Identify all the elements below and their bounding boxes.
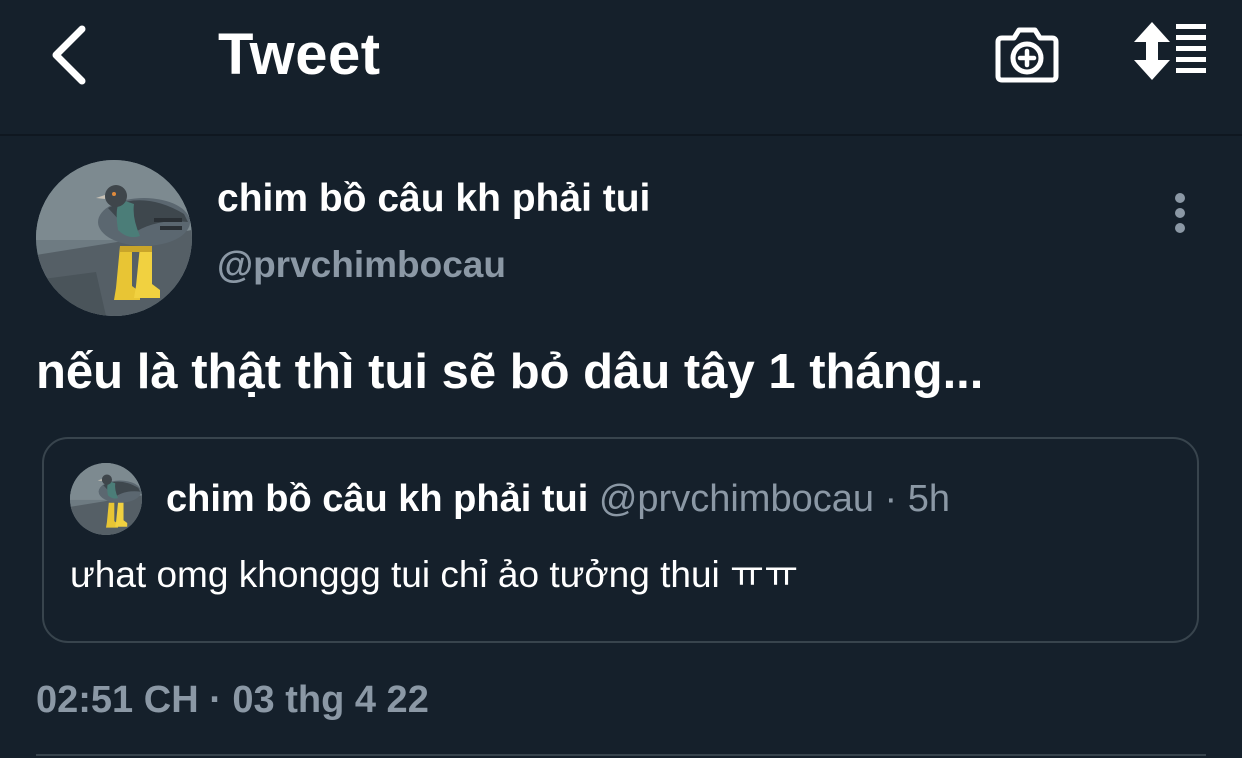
add-photo-button[interactable] [994,22,1060,84]
quoted-tweet-time: 5h [907,478,951,520]
quoted-tweet[interactable]: chim bồ câu kh phải tui @prvchimbocau · … [42,437,1199,643]
author-name[interactable]: chim bồ câu kh phải tui [217,176,650,222]
divider [36,754,1206,756]
sort-list-icon [1134,22,1206,80]
pigeon-in-boots-image [36,160,192,316]
author-handle[interactable]: @prvchimbocau [217,242,506,288]
separator-dot: · [884,478,898,520]
quoted-tweet-text: ưhat omg khonggg tui chỉ ảo tưởng thui ㅠ… [70,554,799,595]
back-button[interactable] [38,20,98,90]
pigeon-in-boots-image [70,463,142,535]
sort-replies-button[interactable] [1130,20,1210,82]
top-bar: Tweet [0,0,1242,136]
author-avatar[interactable] [36,160,192,316]
quoted-author-avatar [70,463,142,535]
tweet-timestamp: 02:51 CH · 03 thg 4 22 [36,679,429,721]
quoted-author-name: chim bồ câu kh phải tui [166,478,589,520]
quoted-tweet-header: chim bồ câu kh phải tui @prvchimbocau · … [166,475,950,523]
vertical-dots-icon [1175,193,1185,233]
page-title: Tweet [218,22,381,87]
camera-add-icon [995,27,1059,83]
chevron-left-icon [52,25,86,85]
more-options-button[interactable] [1160,188,1200,238]
quoted-author-handle: @prvchimbocau [598,478,874,520]
tweet-detail-screen: Tweet chim bồ câu kh phải tui @prvchimbo… [0,0,1242,758]
tweet-text: nếu là thật thì tui sẽ bỏ dâu tây 1 thán… [36,345,984,399]
